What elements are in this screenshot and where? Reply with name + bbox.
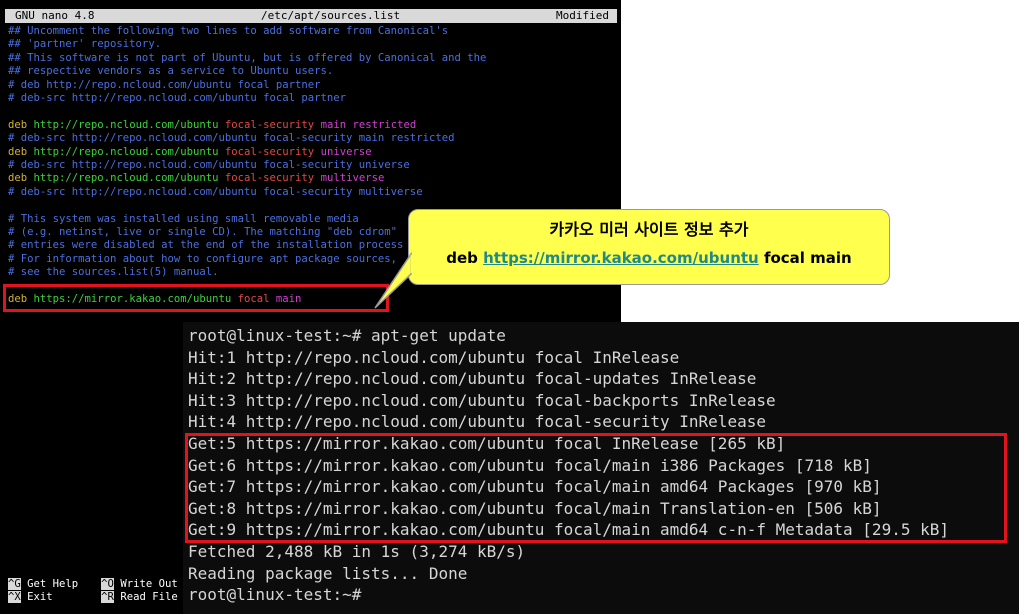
comment-text: # deb http://repo.ncloud.com/ubuntu foca…: [8, 78, 321, 91]
terminal-line: Hit:3 http://repo.ncloud.com/ubuntu foca…: [188, 390, 776, 410]
nano-comment-line: # For information about how to configure…: [8, 253, 397, 266]
deb-keyword: deb: [8, 172, 28, 185]
nano-comment-line: # deb-src http://repo.ncloud.com/ubuntu …: [8, 159, 410, 172]
callout-source-line: deb https://mirror.kakao.com/ubuntu foca…: [409, 248, 889, 268]
nano-shortcut-row: ^X Exit ^R Read File: [8, 591, 178, 604]
nano-comment-line: ## This software is not part of Ubuntu, …: [8, 52, 486, 65]
nano-title-bar: GNU nano 4.8 /etc/apt/sources.list Modif…: [5, 9, 617, 23]
comment-text: # deb-src http://repo.ncloud.com/ubuntu …: [8, 185, 423, 198]
callout-suite-suffix: focal main: [758, 249, 852, 267]
nano-comment-line: # (e.g. netinst, live or single CD). The…: [8, 226, 397, 239]
deb-keyword: deb: [8, 145, 28, 158]
comment-text: ## Uncomment the following two lines to …: [8, 25, 449, 37]
nano-comment-line: ## respective vendors as a service to Ub…: [8, 65, 333, 78]
nano-comment-line: # This system was installed using small …: [8, 213, 359, 226]
callout-mirror-link[interactable]: https://mirror.kakao.com/ubuntu: [483, 249, 759, 267]
nano-source-line: deb http://repo.ncloud.com/ubuntu focal-…: [8, 172, 384, 185]
comment-text: # deb-src http://repo.ncloud.com/ubuntu …: [8, 92, 347, 104]
nano-comment-line: # see the sources.list(5) manual.: [8, 266, 218, 279]
terminal-line: root@linux-test:~#: [188, 585, 362, 605]
shortcut-key: ^X: [8, 591, 21, 603]
shortcut-label: Exit: [27, 591, 53, 603]
callout-deb-prefix: deb: [446, 249, 484, 267]
comment-text: # For information about how to configure…: [8, 252, 398, 265]
kakao-mirror-callout: 카카오 미러 사이트 정보 추가 deb https://mirror.kaka…: [374, 209, 890, 309]
repo-components: main restricted: [320, 118, 417, 131]
nano-modified-status: Modified: [556, 9, 609, 22]
nano-comment-line: # deb http://repo.ncloud.com/ubuntu foca…: [8, 79, 321, 92]
repo-suite: focal-security: [224, 172, 315, 185]
repo-url: http://repo.ncloud.com/ubuntu: [33, 172, 219, 185]
callout-title: 카카오 미러 사이트 정보 추가: [549, 220, 749, 239]
comment-text: # deb-src http://repo.ncloud.com/ubuntu …: [8, 159, 410, 171]
nano-source-line: deb http://repo.ncloud.com/ubuntu focal-…: [8, 146, 372, 159]
comment-text: # deb-src http://repo.ncloud.com/ubuntu …: [8, 132, 455, 145]
terminal-line: Reading package lists... Done: [188, 563, 468, 583]
repo-components: multiverse: [320, 172, 385, 185]
shortcut-label: Write Out: [120, 578, 178, 590]
repo-suite: focal-security: [224, 118, 315, 131]
nano-shortcut-row: ^G Get Help ^O Write Out: [8, 578, 178, 591]
comment-text: # see the sources.list(5) manual.: [8, 266, 219, 279]
shortcut-key: ^R: [101, 591, 114, 603]
repo-components: universe: [320, 145, 372, 158]
comment-text: # This system was installed using small …: [8, 212, 359, 225]
nano-comment-line: # entries were disabled at the end of th…: [8, 239, 403, 252]
comment-text: # (e.g. netinst, live or single CD). The…: [8, 226, 398, 238]
comment-text: ## 'partner' repository.: [8, 38, 162, 51]
nano-comment-line: # deb-src http://repo.ncloud.com/ubuntu …: [8, 92, 346, 105]
shortcut-key: ^G: [8, 578, 21, 590]
terminal-line: Hit:2 http://repo.ncloud.com/ubuntu foca…: [188, 369, 757, 389]
comment-text: ## respective vendors as a service to Ub…: [8, 65, 334, 78]
deb-keyword: deb: [8, 118, 28, 131]
terminal-window[interactable]: root@linux-test:~# apt-get update Hit:1 h…: [183, 322, 1019, 614]
comment-text: # entries were disabled at the end of th…: [8, 239, 404, 252]
nano-comment-line: # deb-src http://repo.ncloud.com/ubuntu …: [8, 132, 454, 145]
comment-text: ## This software is not part of Ubuntu, …: [8, 51, 487, 64]
shortcut-label: Get Help: [27, 578, 79, 590]
nano-source-line: deb http://repo.ncloud.com/ubuntu focal-…: [8, 119, 416, 132]
terminal-line: root@linux-test:~# apt-get update: [188, 326, 506, 345]
repo-url: http://repo.ncloud.com/ubuntu: [33, 145, 219, 158]
shortcut-label: Read File: [120, 591, 178, 603]
nano-version: GNU nano 4.8: [15, 9, 95, 22]
nano-comment-line: # deb-src http://repo.ncloud.com/ubuntu …: [8, 186, 423, 199]
kakao-mirror-highlight-box: [3, 284, 389, 312]
callout-pointer: [374, 251, 414, 309]
nano-comment-line: ## 'partner' repository.: [8, 38, 161, 51]
terminal-line: Hit:4 http://repo.ncloud.com/ubuntu foca…: [188, 412, 766, 432]
terminal-line: Hit:1 http://repo.ncloud.com/ubuntu foca…: [188, 347, 680, 367]
kakao-fetch-highlight-box: [185, 433, 1007, 543]
terminal-line: Fetched 2,488 kB in 1s (3,274 kB/s): [188, 542, 526, 561]
repo-url: http://repo.ncloud.com/ubuntu: [33, 118, 219, 131]
repo-suite: focal-security: [224, 145, 315, 158]
nano-comment-line: ## Uncomment the following two lines to …: [8, 25, 448, 38]
nano-filename: /etc/apt/sources.list: [261, 9, 401, 22]
shortcut-key: ^O: [101, 578, 114, 590]
